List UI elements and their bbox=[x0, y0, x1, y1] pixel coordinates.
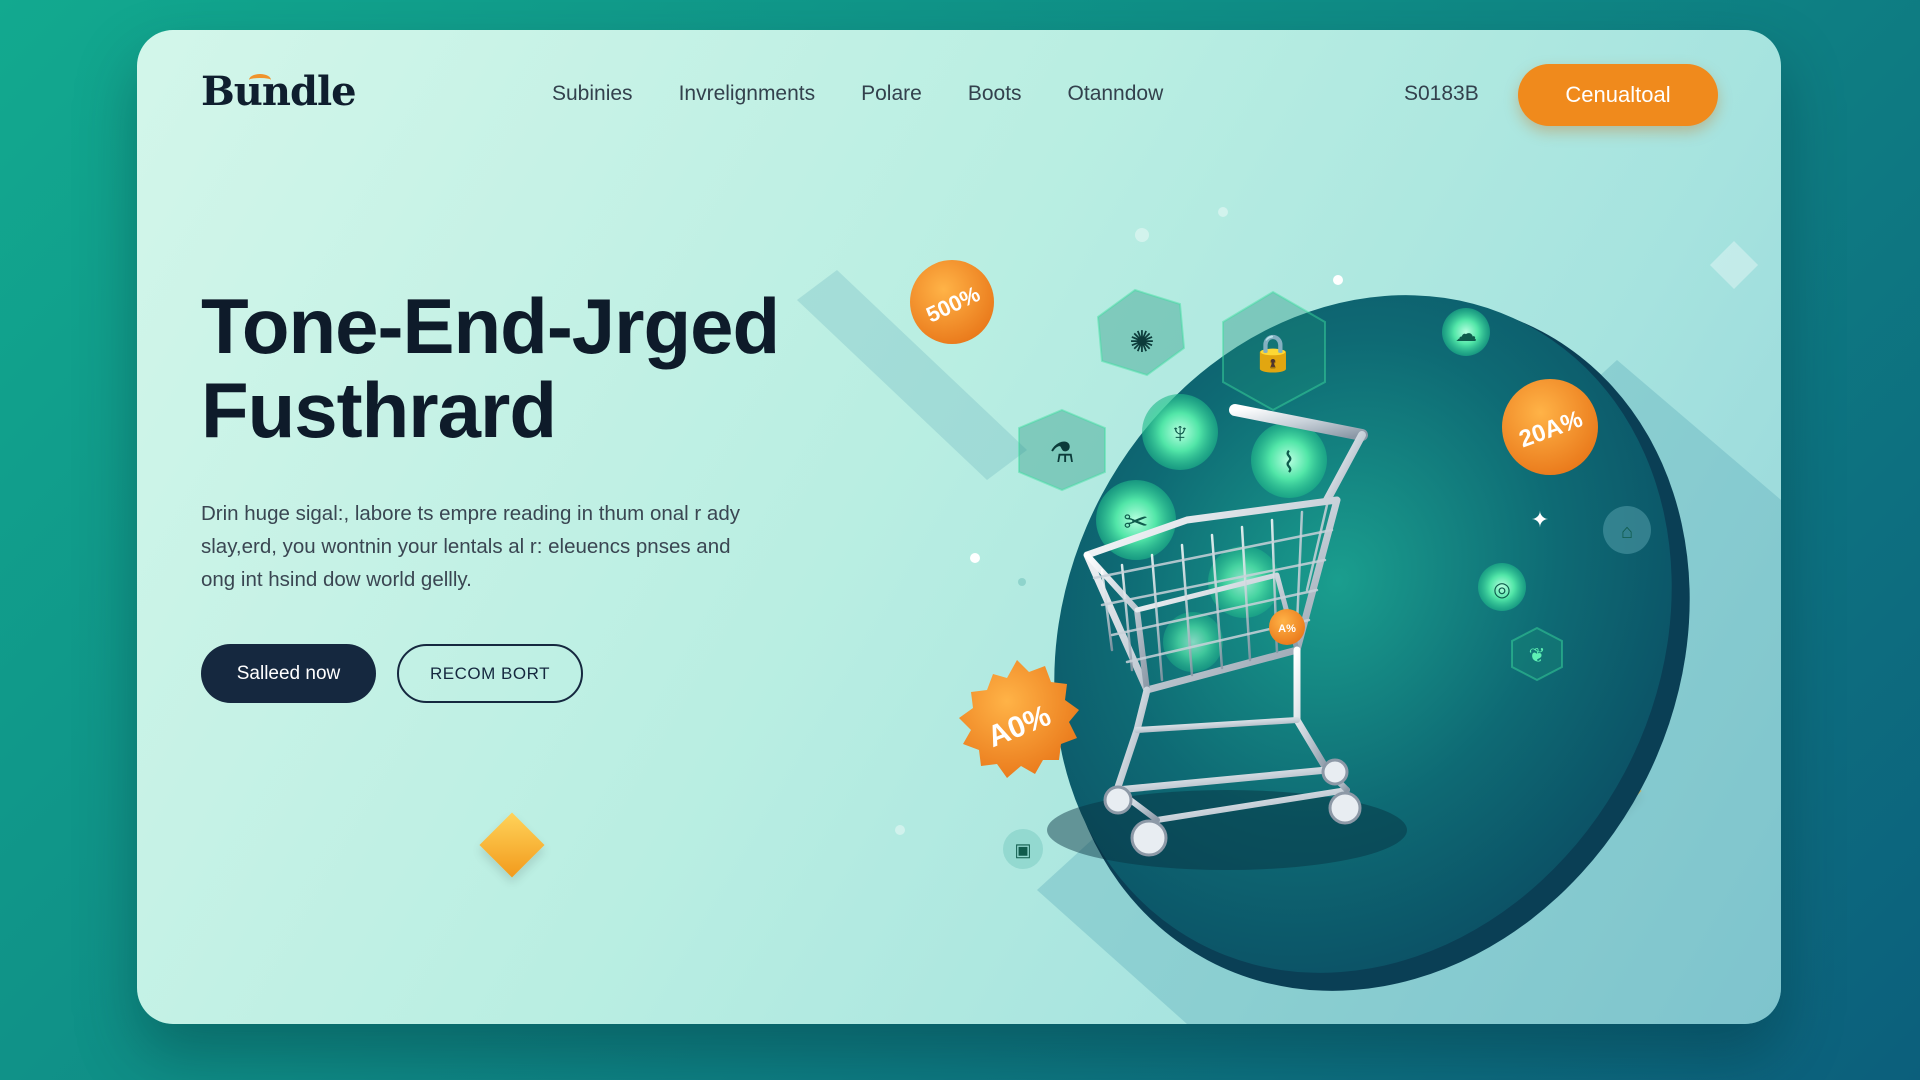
sparkle-dot-3 bbox=[1018, 578, 1026, 586]
floating-bubble-1 bbox=[1135, 228, 1149, 242]
lock-icon: 🔒 bbox=[1251, 332, 1296, 373]
sparkle-star: ✦ bbox=[1531, 507, 1549, 532]
sparkle-dot-1 bbox=[1333, 275, 1343, 285]
floating-bubble-3 bbox=[895, 825, 905, 835]
landing-card: Bundle Subinies Invrelignments Polare Bo… bbox=[137, 30, 1781, 1024]
chat-icon: ☁ bbox=[1455, 321, 1477, 346]
ruler-icon: ⌇ bbox=[1282, 447, 1296, 478]
leaf-icon: ❦ bbox=[1529, 645, 1546, 667]
sparkle-dot-2 bbox=[970, 553, 980, 563]
coin-icon: ◎ bbox=[1493, 579, 1510, 601]
discount-badge-cart-label: A% bbox=[1278, 623, 1296, 635]
antenna-icon: ♆ bbox=[1169, 417, 1192, 450]
floating-bubble-2 bbox=[1218, 207, 1228, 217]
fan-icon: ✺ bbox=[1129, 326, 1154, 359]
gift-icon: ▣ bbox=[1014, 840, 1031, 860]
hero-illustration: ✺ 🔒 ⚗ ❦ ♆ ⌇ ✂ ☁ ◎ ⌂ ▣ ✦ 500% A0% 20A% A% bbox=[797, 207, 1781, 1024]
bottle-icon: ⚗ bbox=[1049, 437, 1074, 468]
tag-icon: ⌂ bbox=[1621, 521, 1633, 543]
